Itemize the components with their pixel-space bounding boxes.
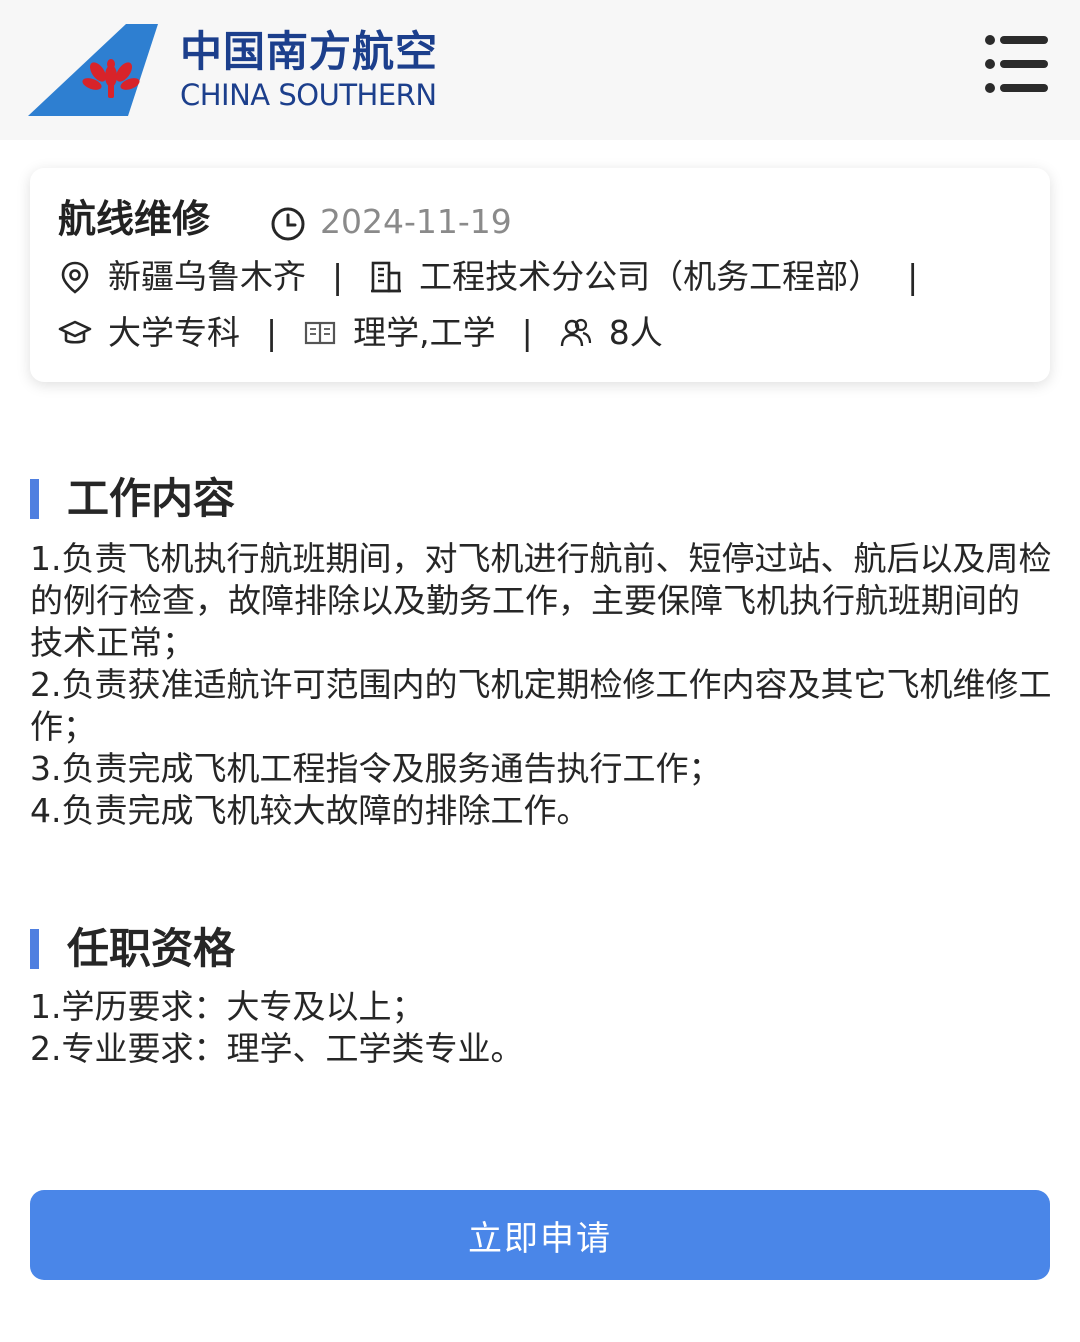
section-title: 工作内容 bbox=[67, 474, 236, 523]
open-book-icon bbox=[303, 316, 337, 350]
job-meta-row-2: 大学专科 | 理学,工学 | 8人 bbox=[58, 310, 663, 356]
section-heading-requirements: 任职资格 bbox=[30, 924, 235, 974]
app-header: 中国南方航空 CHINA SOUTHERN bbox=[0, 0, 1080, 140]
section-heading-duties: 工作内容 bbox=[30, 474, 235, 524]
brand-name-cn: 中国南方航空 bbox=[180, 27, 439, 76]
graduation-cap-icon bbox=[58, 316, 92, 350]
brand-name-en: CHINA SOUTHERN bbox=[180, 78, 437, 112]
job-title: 航线维修 bbox=[58, 197, 211, 241]
clock-icon bbox=[271, 207, 305, 241]
job-majors: 理学,工学 bbox=[353, 313, 496, 352]
section-accent-bar bbox=[30, 929, 39, 969]
job-headcount: 8人 bbox=[608, 313, 663, 352]
meta-separator: | bbox=[266, 313, 278, 352]
job-department: 工程技术分公司（机务工程部） bbox=[419, 257, 882, 296]
people-icon bbox=[559, 316, 593, 350]
hamburger-menu-icon[interactable] bbox=[984, 34, 1050, 94]
duty-item: 4.负责完成飞机较大故障的排除工作。 bbox=[30, 791, 590, 830]
section-accent-bar bbox=[30, 479, 39, 519]
section-title: 任职资格 bbox=[67, 924, 236, 973]
apply-now-button[interactable]: 立即申请 bbox=[30, 1190, 1050, 1280]
requirement-item: 2.专业要求：理学、工学类专业。 bbox=[30, 1029, 524, 1068]
requirement-item: 1.学历要求：大专及以上； bbox=[30, 987, 425, 1026]
job-meta-row-1: 新疆乌鲁木齐 | 工程技术分公司（机务工程部） | bbox=[58, 254, 944, 300]
duties-content: 1.负责飞机执行航班期间，对飞机进行航前、短停过站、航后以及周检的例行检查，故障… bbox=[30, 538, 1052, 832]
job-info-card: 航线维修 2024-11-19 新疆乌鲁木齐 | 工程技术分公司（机务工程部） … bbox=[30, 168, 1050, 382]
meta-separator: | bbox=[907, 257, 919, 296]
building-icon bbox=[369, 260, 403, 294]
job-location: 新疆乌鲁木齐 bbox=[108, 257, 306, 296]
requirements-content: 1.学历要求：大专及以上； 2.专业要求：理学、工学类专业。 bbox=[30, 986, 1052, 1070]
china-southern-logo-icon bbox=[28, 24, 158, 116]
duty-item: 1.负责飞机执行航班期间，对飞机进行航前、短停过站、航后以及周检的例行检查，故障… bbox=[30, 539, 1052, 662]
meta-separator: | bbox=[521, 313, 533, 352]
location-pin-icon bbox=[58, 260, 92, 294]
meta-separator: | bbox=[332, 257, 344, 296]
job-education: 大学专科 bbox=[108, 313, 240, 352]
duty-item: 3.负责完成飞机工程指令及服务通告执行工作； bbox=[30, 749, 722, 788]
post-date: 2024-11-19 bbox=[320, 202, 512, 241]
duty-item: 2.负责获准适航许可范围内的飞机定期检修工作内容及其它飞机维修工作； bbox=[30, 665, 1052, 746]
